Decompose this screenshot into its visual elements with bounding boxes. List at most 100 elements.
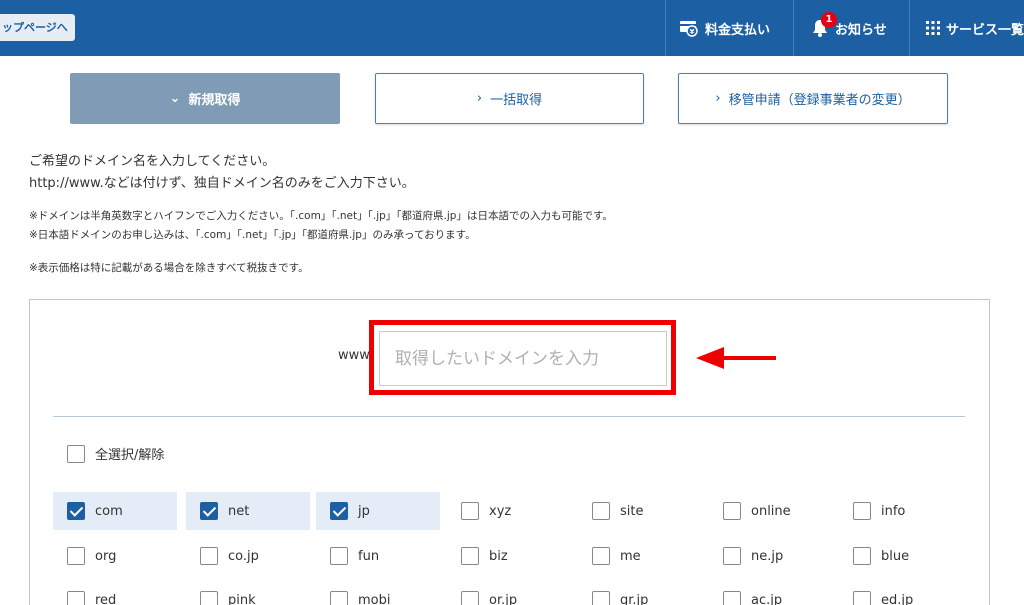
- tld-label: online: [751, 503, 791, 519]
- tld-label: biz: [489, 548, 508, 564]
- tld-checkbox[interactable]: [67, 591, 85, 605]
- tab-label: 移管申請（登録事業者の変更）: [728, 93, 911, 108]
- tld-checkbox[interactable]: [723, 591, 741, 605]
- tld-label: pink: [228, 592, 256, 605]
- tld-label: com: [95, 503, 123, 519]
- tld-option-or-jp[interactable]: or.jp: [447, 581, 571, 605]
- tld-checkbox[interactable]: [67, 502, 85, 520]
- tld-checkbox[interactable]: [200, 547, 218, 565]
- tld-label: site: [620, 503, 644, 519]
- tld-option-gr-jp[interactable]: gr.jp: [578, 581, 702, 605]
- news-label: お知らせ: [835, 22, 887, 38]
- tld-label: info: [881, 503, 906, 519]
- tld-checkbox[interactable]: [853, 547, 871, 565]
- tld-label: or.jp: [489, 592, 518, 605]
- tab-bulk-registration[interactable]: › 一括取得: [375, 73, 644, 124]
- tld-option-com[interactable]: com: [53, 492, 177, 530]
- tld-option-xyz[interactable]: xyz: [447, 492, 571, 530]
- tab-transfer[interactable]: › 移管申請（登録事業者の変更）: [678, 73, 948, 124]
- tld-option-red[interactable]: red: [53, 581, 177, 605]
- tld-option-mobi[interactable]: mobi: [316, 581, 440, 605]
- note-line-3: ※表示価格は特に記載がある場合を除きすべて税抜きです。: [29, 262, 309, 274]
- bell-icon: 1: [811, 12, 837, 38]
- tld-option-net[interactable]: net: [186, 492, 310, 530]
- tld-option-blue[interactable]: blue: [839, 537, 963, 575]
- header-divider: [665, 0, 666, 56]
- tld-checkbox[interactable]: [200, 591, 218, 605]
- tab-new-registration[interactable]: ⌄ 新規取得: [70, 73, 340, 124]
- chevron-right-icon: ›: [715, 91, 721, 106]
- tld-label: co.jp: [228, 548, 259, 564]
- tld-checkbox[interactable]: [592, 502, 610, 520]
- tld-checkbox[interactable]: [853, 591, 871, 605]
- tld-checkbox[interactable]: [330, 502, 348, 520]
- tld-label: blue: [881, 548, 910, 564]
- tld-option-ac-jp[interactable]: ac.jp: [709, 581, 833, 605]
- tld-option-site[interactable]: site: [578, 492, 702, 530]
- note-line-2: ※日本語ドメインのお申し込みは、「.com」「.net」「.jp」「都道府県.j…: [29, 229, 476, 241]
- header-divider: [909, 0, 910, 56]
- note-line-1: ※ドメインは半角英数字とハイフンでご入力ください。「.com」「.net」「.j…: [29, 210, 613, 222]
- tld-option-ed-jp[interactable]: ed.jp: [839, 581, 963, 605]
- tld-checkbox[interactable]: [723, 502, 741, 520]
- news-link[interactable]: 1 お知らせ: [811, 0, 887, 56]
- tld-label: red: [95, 592, 117, 605]
- tld-option-jp[interactable]: jp: [316, 492, 440, 530]
- tld-label: jp: [358, 503, 370, 519]
- tab-label: 新規取得: [188, 93, 241, 108]
- tld-label: fun: [358, 548, 380, 564]
- domain-search-input[interactable]: [379, 331, 667, 386]
- tld-checkbox[interactable]: [853, 502, 871, 520]
- tld-label: net: [228, 503, 250, 519]
- tld-label: mobi: [358, 592, 391, 605]
- tld-option-online[interactable]: online: [709, 492, 833, 530]
- tab-label: 一括取得: [490, 93, 543, 108]
- payment-icon: ¥: [679, 19, 699, 37]
- tld-option-me[interactable]: me: [578, 537, 702, 575]
- tld-label: org: [95, 548, 117, 564]
- news-badge: 1: [821, 12, 837, 28]
- svg-text:¥: ¥: [690, 28, 695, 36]
- tld-label: ed.jp: [881, 592, 914, 605]
- tld-checkbox[interactable]: [723, 547, 741, 565]
- grid-icon: [926, 21, 940, 35]
- www-prefix: www.: [338, 348, 373, 363]
- select-all-toggle[interactable]: 全選択/解除: [67, 444, 164, 463]
- tld-option-pink[interactable]: pink: [186, 581, 310, 605]
- chevron-right-icon: ›: [476, 91, 483, 106]
- tld-checkbox[interactable]: [461, 547, 479, 565]
- divider: [53, 416, 965, 417]
- tld-checkbox[interactable]: [200, 502, 218, 520]
- tld-option-ne-jp[interactable]: ne.jp: [709, 537, 833, 575]
- tld-label: xyz: [489, 503, 512, 519]
- select-all-label: 全選択/解除: [95, 448, 165, 463]
- tld-option-info[interactable]: info: [839, 492, 963, 530]
- tld-label: ne.jp: [751, 548, 784, 564]
- tld-checkbox[interactable]: [330, 547, 348, 565]
- top-page-link[interactable]: ップページへ: [0, 14, 75, 41]
- tld-option-biz[interactable]: biz: [447, 537, 571, 575]
- intro-line-2: http://www.などは付けず、独自ドメイン名のみをご入力下さい。: [29, 176, 415, 191]
- tld-option-fun[interactable]: fun: [316, 537, 440, 575]
- tld-label: ac.jp: [751, 592, 783, 605]
- tld-option-org[interactable]: org: [53, 537, 177, 575]
- tld-option-co-jp[interactable]: co.jp: [186, 537, 310, 575]
- tld-checkbox[interactable]: [67, 547, 85, 565]
- tld-checkbox[interactable]: [461, 502, 479, 520]
- chevron-down-icon: ⌄: [169, 91, 181, 106]
- header-divider: [793, 0, 794, 56]
- tld-checkbox[interactable]: [592, 591, 610, 605]
- services-link[interactable]: サービス一覧: [926, 0, 1024, 56]
- tld-label: me: [620, 548, 641, 564]
- top-header: ップページへ ¥ 料金支払い 1 お知らせ サービス一覧: [0, 0, 1024, 56]
- tld-checkbox[interactable]: [330, 591, 348, 605]
- payment-label: 料金支払い: [705, 22, 771, 38]
- payment-link[interactable]: ¥ 料金支払い: [679, 0, 770, 56]
- dot-suffix: .: [672, 348, 677, 363]
- services-label: サービス一覧: [946, 22, 1024, 38]
- arrow-left-icon: [694, 342, 778, 378]
- select-all-checkbox[interactable]: [67, 444, 85, 463]
- tld-checkbox[interactable]: [592, 547, 610, 565]
- tld-label: gr.jp: [620, 592, 649, 605]
- tld-checkbox[interactable]: [461, 591, 479, 605]
